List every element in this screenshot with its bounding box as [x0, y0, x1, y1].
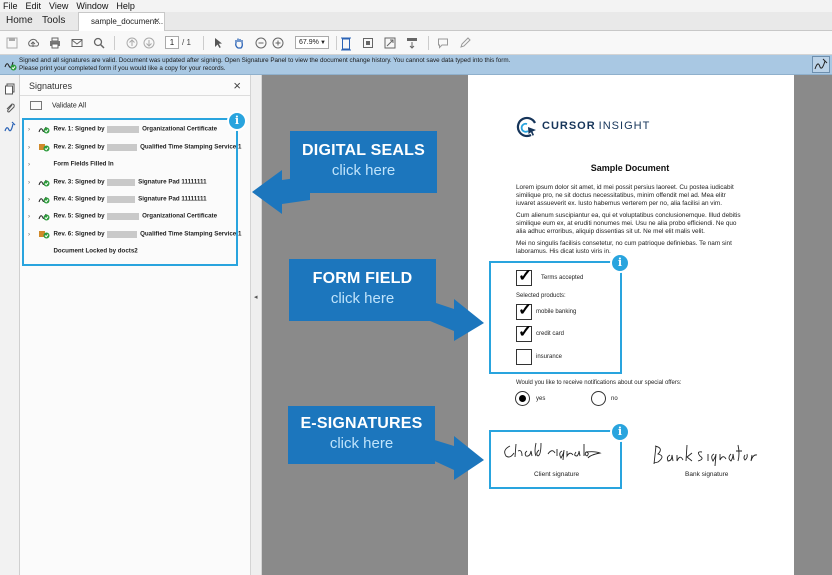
notification-question: Would you like to receive notifications … [516, 380, 682, 386]
menu-view[interactable]: View [49, 1, 68, 11]
form-icon[interactable] [406, 37, 418, 49]
callout-form-field[interactable]: FORM FIELD click here [289, 259, 436, 321]
arrow-right-icon [430, 299, 484, 341]
tab-document[interactable]: sample_document... × [78, 12, 165, 32]
signature-valid-icon [4, 58, 17, 71]
zoom-select[interactable]: 67.9% ▼ [295, 36, 329, 49]
print-icon[interactable] [49, 37, 61, 49]
attachment-icon[interactable] [4, 102, 16, 114]
tab-tools[interactable]: Tools [42, 15, 65, 26]
pen-icon[interactable] [459, 37, 471, 49]
zoom-out-icon[interactable] [255, 37, 267, 49]
menu-file[interactable]: File [3, 1, 18, 11]
callout-action[interactable]: click here [288, 435, 435, 452]
toolbar-separator [336, 36, 337, 50]
navigation-rail [0, 75, 20, 575]
close-tab-icon[interactable]: × [154, 16, 160, 27]
chevron-down-icon: ▼ [320, 40, 326, 46]
e-signature-highlight [489, 430, 622, 489]
radio-no-label: no [611, 396, 618, 402]
mail-icon[interactable] [71, 37, 83, 49]
tab-document-label: sample_document... [91, 17, 164, 26]
close-icon[interactable]: × [233, 78, 241, 93]
fit-page-icon[interactable] [362, 37, 374, 49]
menu-edit[interactable]: Edit [26, 1, 42, 11]
body-paragraph: Lorem ipsum dolor sit amet, id mei possi… [516, 184, 734, 208]
status-message-line1: Signed and all signatures are valid. Doc… [19, 57, 511, 64]
callout-action[interactable]: click here [289, 290, 436, 307]
signature-pen-icon [814, 58, 828, 70]
callout-e-signatures[interactable]: E-SIGNATURES click here [288, 406, 435, 464]
menu-help[interactable]: Help [116, 1, 135, 11]
page-total: / 1 [182, 38, 191, 47]
cursor-icon[interactable] [212, 37, 224, 49]
signature-panel-button[interactable] [812, 56, 830, 73]
arrow-up-icon[interactable] [126, 37, 138, 49]
options-menu-icon[interactable] [30, 101, 42, 110]
comment-icon[interactable] [437, 37, 449, 49]
document-title: Sample Document [590, 163, 670, 173]
callout-heading: DIGITAL SEALS [302, 142, 425, 159]
zoom-in-icon[interactable] [272, 37, 284, 49]
toolbar: 1 / 1 67.9% ▼ [0, 31, 832, 55]
pages-icon[interactable] [4, 83, 16, 95]
arrow-right-icon [428, 436, 484, 480]
radio-yes-label: yes [536, 396, 546, 402]
info-icon[interactable]: i [610, 422, 630, 442]
toolbar-separator [428, 36, 429, 50]
fit-width-icon[interactable] [340, 37, 352, 51]
search-icon[interactable] [93, 37, 105, 49]
callout-heading: E-SIGNATURES [300, 415, 423, 432]
validate-all-button[interactable]: Validate All [30, 101, 86, 110]
panel-splitter[interactable]: ◂ [250, 75, 262, 575]
upload-icon[interactable] [27, 37, 39, 49]
signatures-panel-icon[interactable] [4, 121, 16, 133]
bank-signature-drawing [653, 444, 758, 467]
tab-bar: Home Tools sample_document... × [0, 12, 832, 32]
cursor-insight-logo-icon [516, 116, 536, 138]
logo-word-2: INSIGHT [598, 120, 651, 132]
callout-digital-seals[interactable]: DIGITAL SEALS click here [290, 131, 437, 193]
page-number-input[interactable]: 1 [165, 36, 179, 49]
signature-status-bar: Signed and all signatures are valid. Doc… [0, 55, 832, 75]
zoom-value: 67.9% [299, 39, 319, 46]
form-field-highlight [489, 261, 622, 374]
signature-list-highlight [22, 118, 238, 266]
radio-selected-dot [519, 395, 526, 402]
info-icon[interactable]: i [227, 111, 247, 131]
divider [20, 95, 250, 96]
radio-yes[interactable] [515, 391, 530, 406]
tab-home[interactable]: Home [6, 15, 33, 26]
full-screen-icon[interactable] [384, 37, 396, 49]
body-paragraph: Cum alienum suscipiantur ea, qui et volu… [516, 212, 741, 236]
info-icon[interactable]: i [610, 253, 630, 273]
logo-word-1: CURSOR [542, 120, 596, 132]
collapse-left-icon[interactable]: ◂ [254, 293, 258, 301]
callout-heading: FORM FIELD [312, 270, 413, 287]
panel-title: Signatures [29, 81, 73, 91]
validate-all-label: Validate All [51, 102, 87, 110]
company-logo-text: CURSOR INSIGHT [542, 120, 650, 132]
toolbar-separator [114, 36, 115, 50]
radio-no[interactable] [591, 391, 606, 406]
status-message-line2: Please print your completed form if you … [19, 65, 226, 72]
arrow-left-icon [252, 170, 310, 214]
document-margin-right [794, 75, 832, 575]
callout-action[interactable]: click here [290, 162, 437, 179]
toolbar-separator [203, 36, 204, 50]
menu-window[interactable]: Window [76, 1, 108, 11]
hand-icon[interactable] [233, 37, 245, 49]
save-icon[interactable] [6, 37, 18, 49]
arrow-down-icon[interactable] [143, 37, 155, 49]
bank-signature-caption: Bank signature [685, 471, 729, 478]
body-paragraph: Mei no singulis facilisis consetetur, no… [516, 240, 732, 256]
menu-bar: File Edit View Window Help [0, 0, 832, 12]
